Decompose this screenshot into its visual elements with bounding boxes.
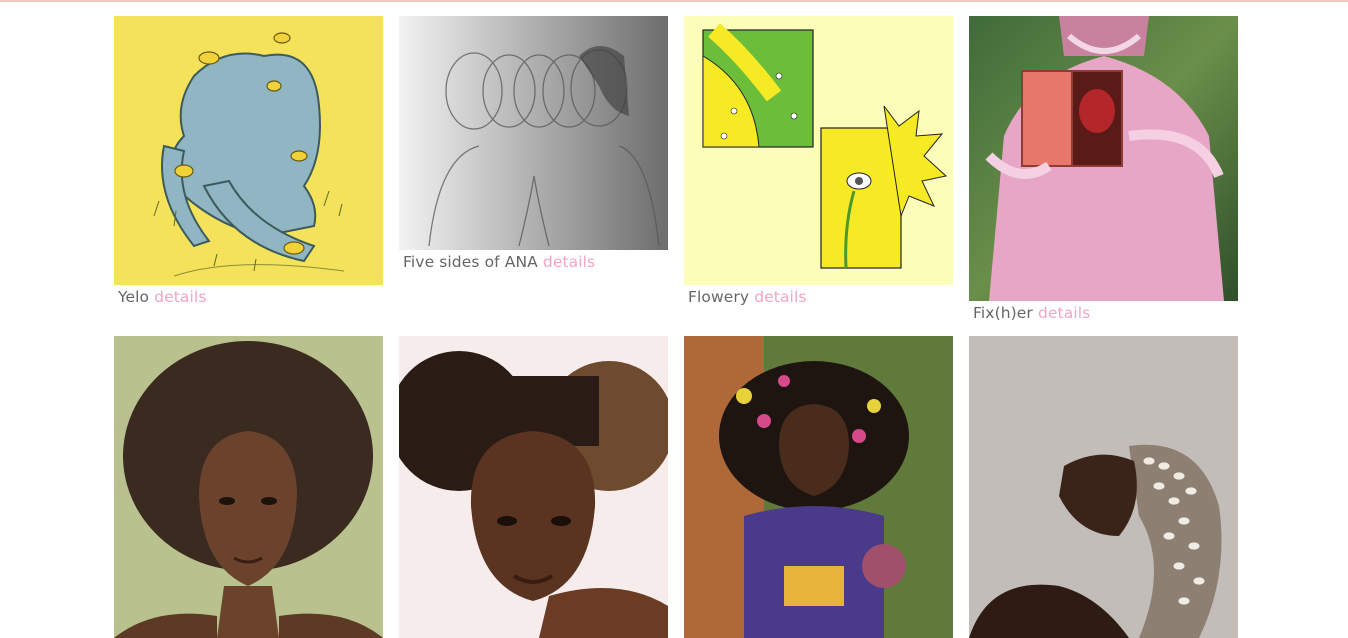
artwork-image[interactable]: [969, 16, 1238, 301]
gallery-card-yelo: Yelo details: [114, 16, 383, 306]
artwork-title: Fix(h)er: [973, 304, 1033, 322]
details-link[interactable]: details: [154, 288, 206, 306]
artwork-image[interactable]: [114, 336, 383, 638]
details-link[interactable]: details: [754, 288, 806, 306]
gallery-card-five-sides-of-ana: Five sides of ANA details: [399, 16, 668, 271]
artwork-image[interactable]: [114, 16, 383, 285]
artwork-title: Flowery: [688, 288, 750, 306]
artwork-caption: Yelo details: [118, 288, 383, 306]
artwork-image[interactable]: [399, 336, 668, 638]
artwork-caption: Flowery details: [688, 288, 953, 306]
artwork-image[interactable]: [399, 16, 668, 250]
details-link[interactable]: details: [543, 253, 595, 271]
artwork-image[interactable]: [684, 336, 953, 638]
top-rule: [0, 0, 1348, 2]
artwork-image[interactable]: [969, 336, 1238, 638]
gallery-card-portrait-afro-puffs: [399, 336, 668, 638]
details-link[interactable]: details: [1038, 304, 1090, 322]
gallery-card-fixher: Fix(h)er details: [969, 16, 1238, 322]
gallery-card-portrait-afro: [114, 336, 383, 638]
artwork-title: Yelo: [118, 288, 150, 306]
gallery-card-portrait-cowrie: [969, 336, 1238, 638]
gallery-card-flowery: Flowery details: [684, 16, 953, 306]
artwork-image[interactable]: [684, 16, 953, 285]
artwork-title: Five sides of ANA: [403, 253, 538, 271]
gallery-card-portrait-flowers: [684, 336, 953, 638]
artwork-caption: Fix(h)er details: [973, 304, 1238, 322]
artwork-caption: Five sides of ANA details: [403, 253, 668, 271]
